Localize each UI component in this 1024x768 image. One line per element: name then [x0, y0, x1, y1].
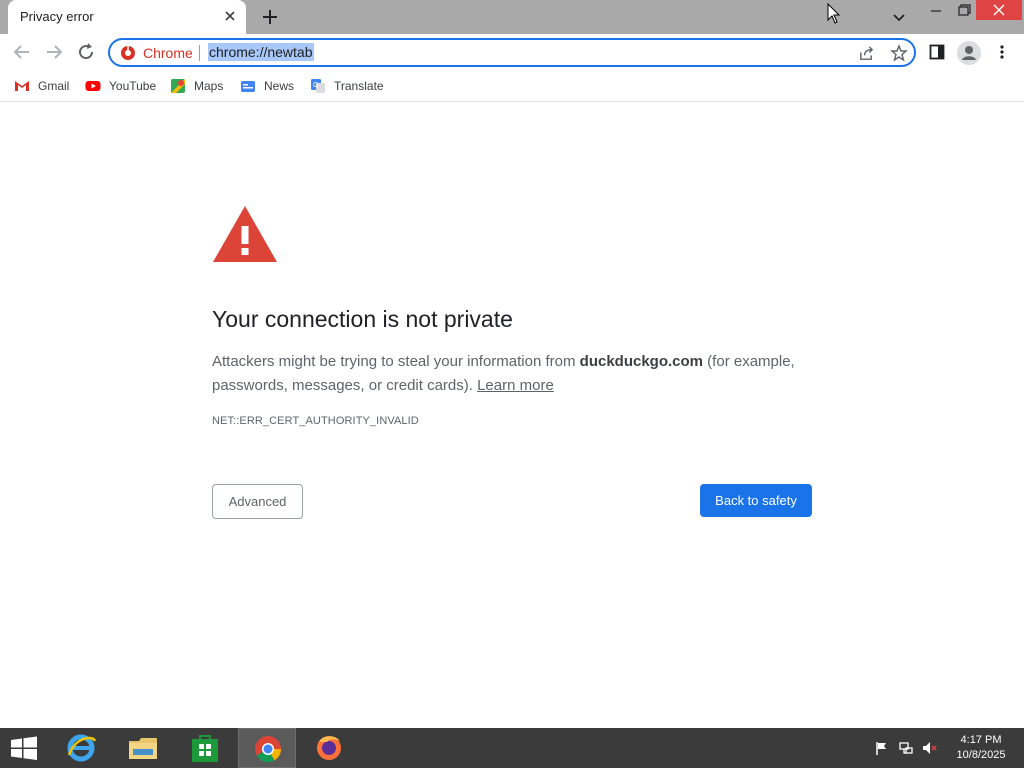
clock-time: 4:17 PM	[960, 734, 1002, 746]
advanced-button[interactable]: Advanced	[212, 484, 303, 519]
windows-start-icon[interactable]	[0, 728, 48, 768]
omnibox-separator	[199, 45, 200, 61]
clock-date: 10/8/2025	[956, 749, 1006, 761]
taskbar: 4:17 PM 10/8/2025	[0, 728, 1024, 768]
taskbar-chrome[interactable]	[238, 728, 296, 768]
address-bar[interactable]: Chrome chrome://newtab	[108, 38, 916, 67]
volume-muted-icon[interactable]	[921, 740, 937, 756]
news-icon	[241, 81, 255, 92]
error-code[interactable]: NET::ERR_CERT_AUTHORITY_INVALID	[212, 415, 419, 427]
kebab-menu-icon[interactable]	[996, 44, 1008, 60]
bookmark-translate[interactable]: G Translate	[310, 76, 384, 96]
window-close-button[interactable]	[976, 0, 1022, 20]
chrome-icon	[255, 736, 282, 763]
new-tab-icon[interactable]	[260, 7, 280, 27]
bookmark-star-icon[interactable]	[890, 44, 908, 62]
explanation-text-before: Attackers might be trying to steal your …	[212, 353, 580, 370]
translate-icon: G	[311, 79, 325, 93]
share-icon[interactable]	[858, 45, 875, 62]
bookmark-youtube[interactable]: YouTube	[85, 76, 156, 96]
restore-icon[interactable]	[950, 0, 978, 22]
taskbar-file-explorer[interactable]	[114, 728, 172, 768]
network-icon[interactable]	[898, 740, 914, 756]
profile-avatar-icon[interactable]	[957, 41, 981, 65]
tab-title: Privacy error	[20, 9, 94, 24]
taskbar-store[interactable]	[176, 728, 234, 768]
bookmark-label: Maps	[194, 79, 224, 93]
minimize-icon[interactable]	[922, 0, 950, 22]
tab-privacy-error[interactable]: Privacy error	[8, 0, 246, 34]
bookmark-label: YouTube	[109, 79, 157, 93]
target-domain: duckduckgo.com	[579, 353, 704, 370]
mouse-cursor-icon	[827, 3, 841, 24]
reload-icon[interactable]	[74, 40, 98, 64]
person-icon	[962, 46, 976, 60]
side-panel-icon[interactable]	[929, 44, 945, 60]
warning-triangle-icon	[213, 206, 277, 262]
tab-search-icon[interactable]	[890, 8, 908, 26]
firefox-icon	[317, 736, 341, 760]
bookmarks-bar: Gmail YouTube Maps News G Translate	[0, 70, 1024, 102]
system-clock[interactable]: 4:17 PM 10/8/2025	[948, 733, 1014, 763]
tab-strip: Privacy error	[0, 0, 1024, 34]
not-secure-warning-icon[interactable]	[120, 45, 136, 61]
back-to-safety-button[interactable]: Back to safety	[700, 484, 812, 517]
toolbar: Chrome chrome://newtab	[0, 34, 1024, 70]
store-icon	[192, 735, 218, 762]
svg-text:G: G	[313, 82, 318, 89]
gmail-icon	[15, 81, 29, 91]
error-explanation: Attackers might be trying to steal your …	[212, 350, 822, 398]
url-text[interactable]: chrome://newtab	[208, 43, 314, 61]
internet-explorer-icon	[67, 734, 97, 762]
taskbar-internet-explorer[interactable]	[52, 728, 110, 768]
forward-arrow-icon[interactable]	[42, 40, 66, 64]
bookmark-gmail[interactable]: Gmail	[14, 76, 69, 96]
bookmark-label: Translate	[334, 79, 384, 93]
learn-more-link[interactable]: Learn more	[477, 377, 554, 394]
action-center-flag-icon[interactable]	[874, 740, 890, 756]
back-arrow-icon[interactable]	[10, 40, 34, 64]
folder-icon	[129, 738, 157, 759]
tab-close-icon[interactable]	[222, 8, 238, 24]
close-icon	[993, 4, 1005, 16]
bookmark-label: Gmail	[38, 79, 70, 93]
site-label: Chrome	[143, 45, 193, 61]
bookmark-label: News	[264, 79, 295, 93]
taskbar-firefox[interactable]	[300, 728, 358, 768]
maps-icon	[171, 79, 185, 93]
bookmark-news[interactable]: News	[240, 76, 294, 96]
youtube-icon	[85, 81, 101, 91]
bookmark-maps[interactable]: Maps	[170, 76, 223, 96]
error-headline: Your connection is not private	[212, 306, 513, 332]
